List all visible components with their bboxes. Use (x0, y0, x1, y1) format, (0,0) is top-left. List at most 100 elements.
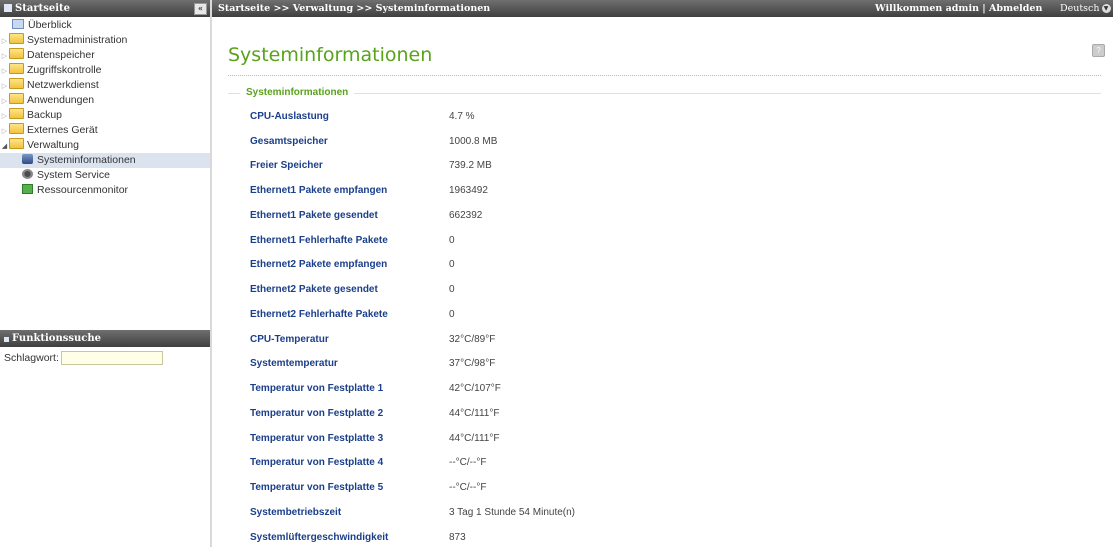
info-value: 37°C/98°F (449, 358, 496, 369)
keyword-row: Schlagwort: (0, 347, 210, 365)
info-label: Systemtemperatur (250, 358, 338, 369)
keyword-label: Schlagwort: (4, 351, 59, 364)
overview-icon (12, 19, 24, 29)
collapse-sidebar-button[interactable]: « (194, 3, 207, 15)
expand-arrow-icon[interactable]: ▷ (0, 34, 9, 49)
info-label: Ethernet2 Fehlerhafte Pakete (250, 309, 388, 320)
expand-arrow-icon[interactable]: ▷ (0, 49, 9, 64)
info-label: Temperatur von Festplatte 4 (250, 457, 384, 468)
sidebar-item-label: Datenspeicher (27, 49, 95, 61)
sidebar-item-externes-geraet[interactable]: ▷ Externes Gerät (0, 123, 210, 138)
title-divider (228, 75, 1101, 76)
sidebar-item-ressourcenmonitor[interactable]: Ressourcenmonitor (0, 183, 210, 198)
sidebar-item-backup[interactable]: ▷ Backup (0, 108, 210, 123)
sidebar-item-label: Anwendungen (27, 94, 95, 106)
folder-icon (9, 63, 24, 74)
folder-icon (9, 78, 24, 89)
left-panel: Startseite « Überblick ▷ Systemadministra… (0, 0, 210, 547)
sidebar-item-label: System Service (37, 169, 110, 181)
help-icon[interactable]: ? (1092, 44, 1105, 57)
expand-arrow-icon[interactable]: ▷ (0, 79, 9, 94)
info-label: CPU-Temperatur (250, 334, 329, 345)
sidebar-item-label: Zugriffskontrolle (27, 64, 102, 76)
sidebar-item-datenspeicher[interactable]: ▷ Datenspeicher (0, 48, 210, 63)
section-border (228, 93, 1101, 94)
sidebar-item-label: Überblick (28, 19, 72, 31)
keyword-input[interactable] (60, 351, 163, 365)
sidebar-item-zugriffskontrolle[interactable]: ▷ Zugriffskontrolle (0, 63, 210, 78)
expand-arrow-icon[interactable]: ▷ (0, 109, 9, 124)
home-icon (4, 4, 12, 12)
info-label: Ethernet1 Pakete gesendet (250, 210, 378, 221)
sidebar-item-ueberblick[interactable]: Überblick (0, 18, 210, 33)
language-label: Deutsch (1060, 3, 1100, 14)
info-label: Temperatur von Festplatte 1 (250, 383, 384, 394)
breadcrumb[interactable]: Startseite >> Verwaltung >> Systeminform… (218, 0, 490, 17)
info-value: 0 (449, 235, 455, 246)
sidebar-item-system-service[interactable]: System Service (0, 168, 210, 183)
sidebar-item-label: Ressourcenmonitor (37, 184, 129, 196)
info-value: 3 Tag 1 Stunde 54 Minute(n) (449, 507, 576, 518)
sidebar-item-verwaltung[interactable]: ◢ Verwaltung (0, 138, 210, 153)
page-title: Systeminformationen (228, 44, 433, 66)
sidebar-item-label: Systeminformationen (37, 154, 136, 166)
info-label: CPU-Auslastung (250, 111, 329, 122)
info-value: 1000.8 MB (449, 136, 498, 147)
info-label: Systembetriebszeit (250, 507, 342, 518)
welcome-logout-link[interactable]: Willkommen admin | Abmelden (875, 0, 1042, 17)
sidebar-header: Startseite « (0, 0, 210, 17)
info-value: --°C/--°F (449, 482, 487, 493)
function-search-panel: Funktionssuche Schlagwort: (0, 330, 210, 365)
info-value: 44°C/111°F (449, 408, 500, 419)
info-value: 4.7 % (449, 111, 475, 122)
function-search-header: Funktionssuche (0, 330, 210, 347)
resource-monitor-icon (22, 184, 33, 194)
sidebar-item-label: Verwaltung (27, 139, 79, 151)
info-value: 662392 (449, 210, 483, 221)
folder-icon (9, 108, 24, 119)
collapse-arrow-icon[interactable]: ◢ (0, 139, 9, 154)
info-value: 42°C/107°F (449, 383, 501, 394)
sidebar-item-netzwerkdienst[interactable]: ▷ Netzwerkdienst (0, 78, 210, 93)
info-label: Ethernet2 Pakete empfangen (250, 259, 388, 270)
chevron-down-icon[interactable]: ▼ (1101, 4, 1111, 13)
sidebar-item-systeminformationen[interactable]: Systeminformationen (0, 153, 210, 168)
info-label: Temperatur von Festplatte 2 (250, 408, 384, 419)
main-content: Systeminformationen ? Systeminformatione… (212, 17, 1113, 547)
navigation-tree: Überblick ▷ Systemadministration ▷ Datensp… (0, 17, 210, 332)
sidebar-item-label: Backup (27, 109, 63, 121)
sidebar-item-label: Systemadministration (27, 34, 128, 46)
system-info-icon (22, 154, 33, 164)
folder-icon (9, 48, 24, 59)
info-label: Gesamtspeicher (250, 136, 328, 147)
folder-icon (9, 123, 24, 134)
info-label: Systemlüftergeschwindigkeit (250, 532, 389, 543)
info-value: 0 (449, 309, 455, 320)
info-value: 873 (449, 532, 466, 543)
info-value: --°C/--°F (449, 457, 487, 468)
expand-arrow-icon[interactable]: ▷ (0, 124, 9, 139)
expand-arrow-icon[interactable]: ▷ (0, 94, 9, 109)
folder-icon (9, 93, 24, 104)
info-label: Freier Speicher (250, 160, 323, 171)
info-label: Ethernet1 Pakete empfangen (250, 185, 388, 196)
expand-arrow-icon[interactable]: ▷ (0, 64, 9, 79)
info-label: Ethernet1 Fehlerhafte Pakete (250, 235, 388, 246)
sidebar-item-anwendungen[interactable]: ▷ Anwendungen (0, 93, 210, 108)
info-value: 0 (449, 259, 455, 270)
info-value: 739.2 MB (449, 160, 492, 171)
info-label: Temperatur von Festplatte 5 (250, 482, 384, 493)
info-label: Ethernet2 Pakete gesendet (250, 284, 378, 295)
sidebar-header-label: Startseite (15, 3, 70, 14)
section-title: Systeminformationen (240, 87, 355, 98)
info-value: 44°C/111°F (449, 433, 500, 444)
sidebar-item-label: Netzwerkdienst (27, 79, 99, 91)
info-value: 1963492 (449, 185, 488, 196)
info-value: 32°C/89°F (449, 334, 496, 345)
sidebar-item-systemadministration[interactable]: ▷ Systemadministration (0, 33, 210, 48)
language-select[interactable]: Deutsch ▼ (1060, 0, 1111, 17)
info-label: Temperatur von Festplatte 3 (250, 433, 384, 444)
service-icon (22, 169, 33, 179)
top-bar: Startseite >> Verwaltung >> Systeminform… (212, 0, 1113, 17)
bullet-icon (4, 337, 9, 342)
